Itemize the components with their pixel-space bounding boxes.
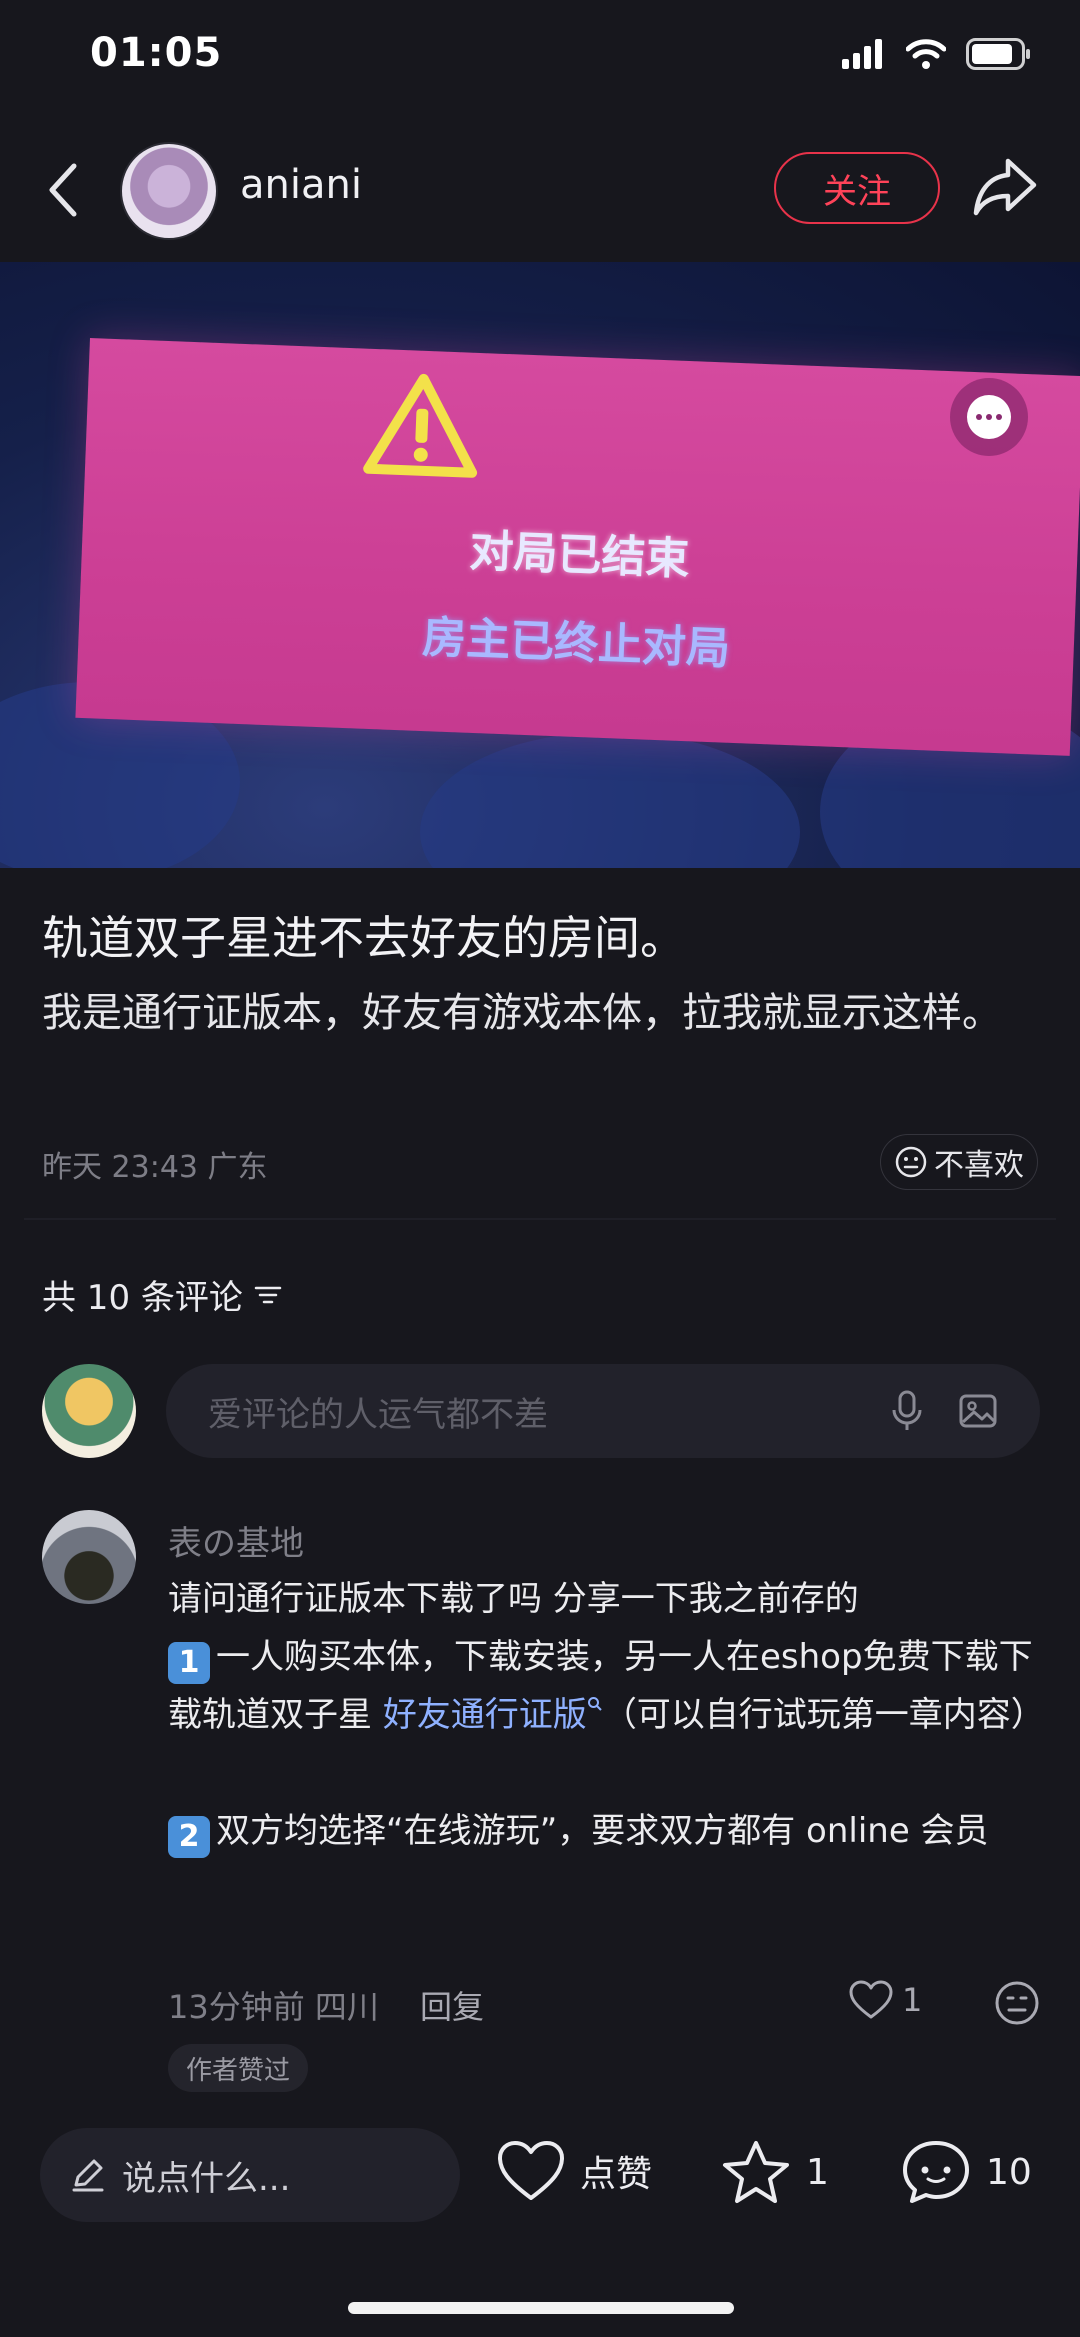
wifi-icon (906, 39, 946, 69)
post-meta: 昨天 23:43 广东 (42, 1150, 268, 1185)
image-icon[interactable] (958, 1391, 998, 1431)
favorite-button[interactable]: 1 (720, 2138, 829, 2206)
post-photo[interactable]: 对局已结束 房主已终止对局 (0, 262, 1080, 868)
status-time: 01:05 (90, 30, 223, 76)
comment-step-2: 2 双方均选择“在线游玩”，要求双方都有 online 会员 (168, 1802, 1048, 1860)
comment-count: 10 (986, 2151, 1032, 2193)
comment-like-button[interactable]: 1 (848, 1980, 922, 2020)
search-link[interactable]: 好友通行证版 (383, 1695, 603, 1735)
warning-icon (363, 373, 478, 478)
back-icon[interactable] (42, 160, 86, 220)
signal-icon (842, 39, 882, 69)
comment-blank-line (168, 1744, 1048, 1802)
comment-input-placeholder: 爱评论的人运气都不差 (208, 1394, 548, 1435)
search-icon (587, 1697, 602, 1711)
home-indicator[interactable] (348, 2302, 734, 2314)
share-icon[interactable] (970, 155, 1040, 219)
say-something-input[interactable]: 说点什么... (40, 2128, 460, 2222)
game-dialog-panel: 对局已结束 房主已终止对局 (75, 338, 1080, 756)
author-username[interactable]: aniani (240, 162, 362, 208)
neutral-face-icon (895, 1146, 927, 1178)
keycap-one: 1 (168, 1642, 210, 1684)
pencil-icon (72, 2159, 104, 2192)
like-button[interactable]: 点赞 (496, 2140, 652, 2202)
say-something-placeholder: 说点什么... (122, 2158, 291, 2199)
comment-icon (903, 2141, 969, 2203)
post-title: 轨道双子星进不去好友的房间。 (42, 911, 686, 965)
like-label: 点赞 (580, 2154, 653, 2195)
keycap-two: 2 (168, 1816, 210, 1858)
comment-step-text: 双方均选择“在线游玩”，要求双方都有 online 会员 (216, 1811, 989, 1851)
comment-count-label: 共 10 条评论 (42, 1278, 243, 1318)
reply-button[interactable]: 回复 (420, 1982, 484, 2028)
comment-text: 请问通行证版本下载了吗 分享一下我之前存的 1 一人购买本体，下载安装，另一人在e… (168, 1570, 1048, 1860)
author-liked-badge: 作者赞过 (168, 2044, 309, 2092)
comment-line: 请问通行证版本下载了吗 分享一下我之前存的 (168, 1579, 859, 1619)
more-icon (967, 395, 1011, 439)
comment-like-count: 1 (902, 1981, 923, 2019)
more-options-button[interactable] (950, 378, 1028, 456)
comment-count-header[interactable]: 共 10 条评论 (42, 1270, 283, 1319)
status-icons (842, 38, 1032, 70)
favorite-count: 1 (806, 2151, 829, 2193)
comment-meta: 13分钟前 四川 (168, 1988, 379, 2026)
follow-button[interactable]: 关注 (774, 152, 940, 224)
comment-input[interactable]: 爱评论的人运气都不差 (166, 1364, 1040, 1458)
post-body: 我是通行证版本，好友有游戏本体，拉我就显示这样。 (42, 990, 1002, 1036)
heart-icon (849, 1980, 893, 2019)
photo-background (420, 732, 800, 868)
dialog-title: 对局已结束 (468, 525, 691, 586)
my-avatar (42, 1364, 136, 1458)
author-avatar[interactable] (120, 142, 218, 240)
microphone-icon[interactable] (890, 1389, 924, 1433)
battery-icon (966, 38, 1030, 70)
commenter-avatar[interactable] (42, 1510, 136, 1604)
dislike-button[interactable]: 不喜欢 (880, 1134, 1038, 1190)
commenter-name[interactable]: 表の基地 (168, 1516, 304, 1565)
search-link-label: 好友通行证版 (382, 1695, 587, 1735)
star-icon (723, 2141, 789, 2203)
sort-icon (254, 1286, 282, 1303)
heart-icon (498, 2141, 564, 2200)
dialog-subtitle: 房主已终止对局 (421, 611, 732, 675)
dislike-label: 不喜欢 (934, 1148, 1024, 1183)
comment-step-1: 1 一人购买本体，下载安装，另一人在eshop免费下载下载轨道双子星 好友通行证版… (168, 1628, 1048, 1744)
comment-button[interactable]: 10 (900, 2138, 1032, 2206)
comment-dislike-icon[interactable] (994, 1980, 1040, 2026)
comment-step-note: （可以自行试玩第一章内容） (602, 1695, 1045, 1735)
divider (24, 1218, 1056, 1220)
